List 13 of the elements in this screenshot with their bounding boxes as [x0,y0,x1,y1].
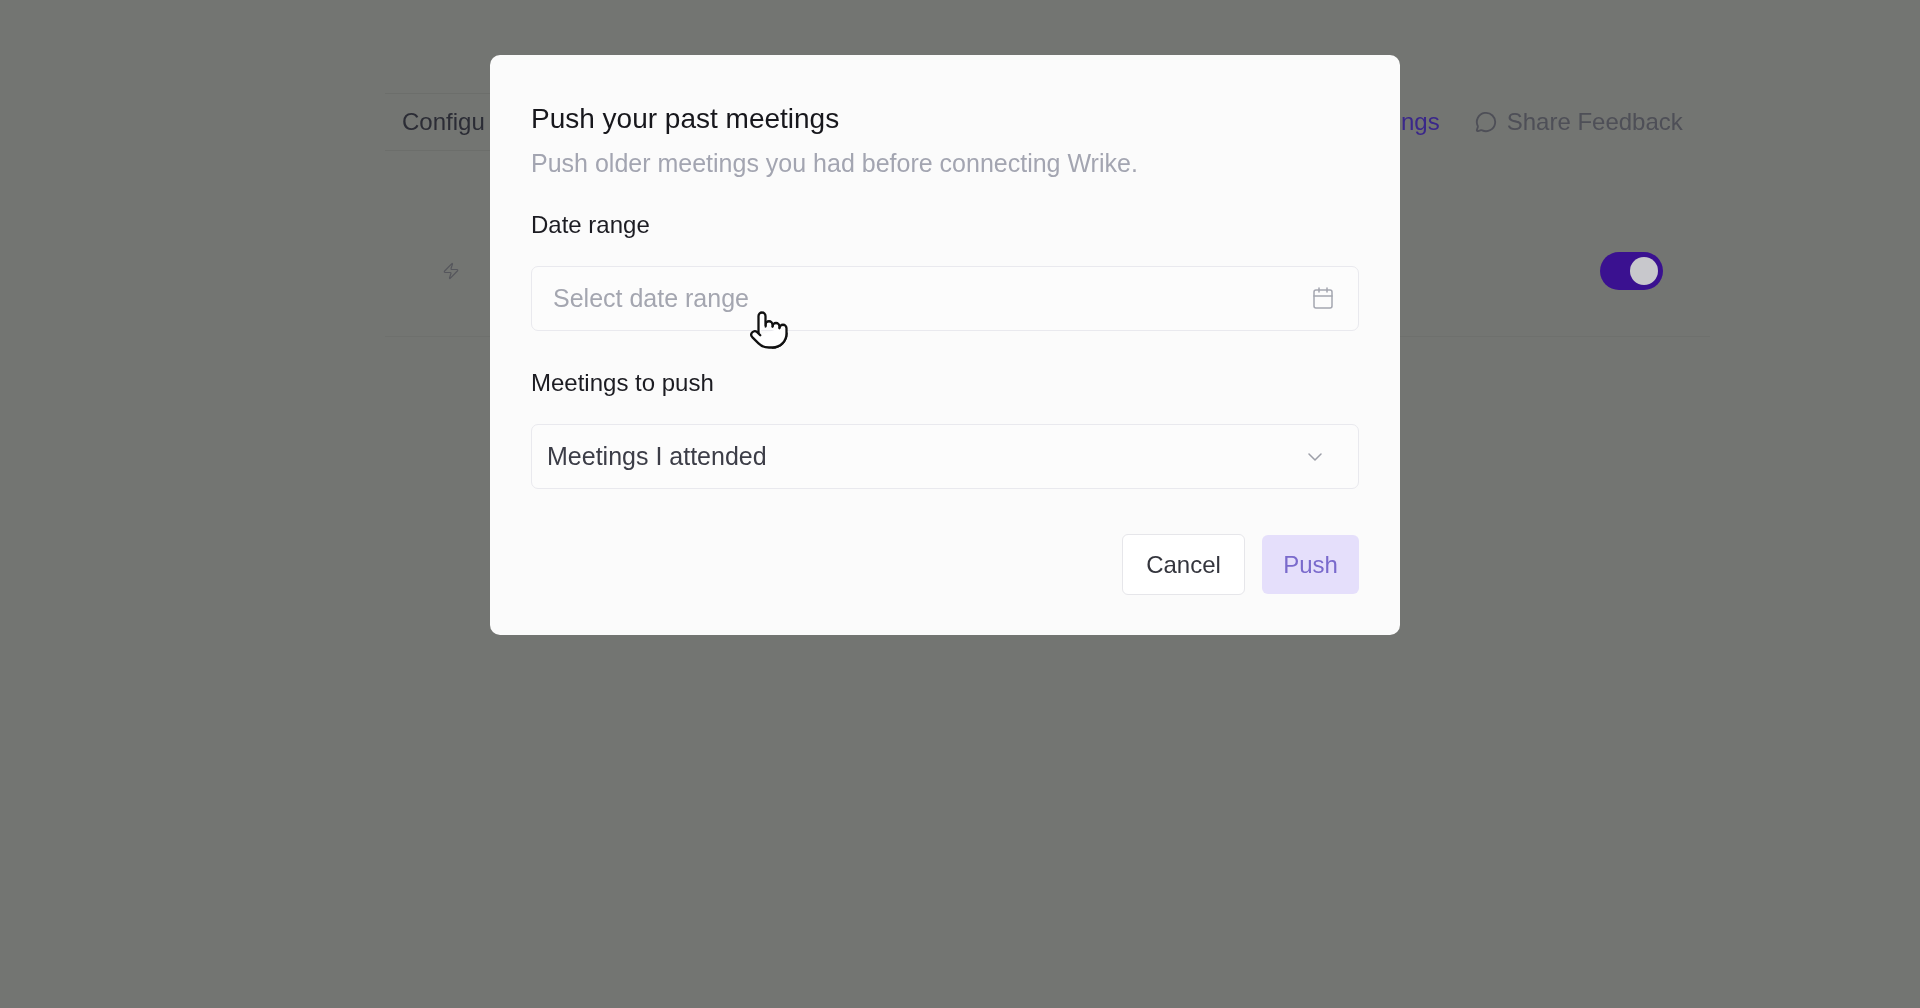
field-label: Date range [531,211,651,239]
cancel-button[interactable]: Cancel [1122,534,1245,595]
meetings-dropdown[interactable]: Meetings I attended [531,424,1359,489]
chevron-down-icon [1308,452,1322,461]
dialog-title: Push your past meetings [531,102,841,136]
nav-link[interactable]: ngs [1401,104,1440,140]
speech-bubble-icon [1474,111,1497,133]
calendar-icon [1311,286,1335,310]
date-range-field[interactable]: Select date range [531,266,1359,331]
lightning-icon [442,262,460,280]
toggle-switch[interactable] [1600,252,1663,290]
dialog-subtitle: Push older meetings you had before connecting Wrike. [531,148,1139,178]
field-label: Meetings to push [531,369,715,397]
